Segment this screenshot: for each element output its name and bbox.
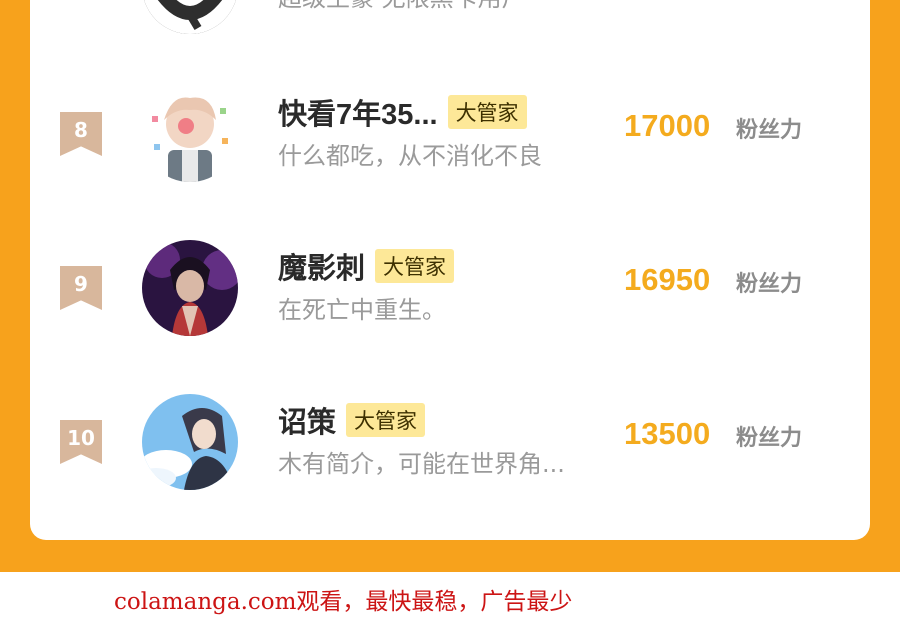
name-line: 快看7年35... 大管家: [278, 90, 527, 134]
fan-score: 17000: [624, 108, 711, 143]
user-bio: 在死亡中重生。: [278, 296, 446, 324]
rank-ribbon: 8: [60, 112, 102, 156]
list-item-partial[interactable]: 超级土豪 无限黑卡用户: [30, 0, 870, 40]
list-item[interactable]: 10 诏策 大管家 木有简介，可能在世界角... 13500 粉丝力: [30, 388, 870, 498]
avatar[interactable]: [142, 86, 238, 182]
avatar[interactable]: [142, 240, 238, 336]
user-bio: 超级土豪 无限黑卡用户: [278, 0, 526, 13]
rank-ribbon: 9: [60, 266, 102, 310]
fan-score-unit: 粉丝力: [736, 118, 803, 143]
fan-score: 16950: [624, 262, 711, 297]
rank-ribbon: 10: [60, 420, 102, 464]
name-line: 魔影刺 大管家: [278, 244, 455, 288]
user-bio: 木有简介，可能在世界角...: [278, 450, 565, 478]
role-badge: 大管家: [375, 249, 455, 283]
user-name[interactable]: 诏策: [278, 399, 336, 441]
fan-score: 13500: [624, 416, 711, 451]
avatar[interactable]: [142, 0, 238, 34]
user-name[interactable]: 快看7年35...: [278, 91, 438, 133]
user-name[interactable]: 魔影刺: [278, 245, 365, 287]
fan-score-unit: 粉丝力: [736, 272, 803, 297]
name-line: 诏策 大管家: [278, 398, 426, 442]
footer-banner: colamanga.com观看，最快最稳，广告最少: [0, 572, 900, 637]
list-item[interactable]: 8 快看7年35... 大管家 什么都吃，从不消化不良 17000 粉丝力: [30, 80, 870, 190]
leaderboard-card: 超级土豪 无限黑卡用户 8 快看7年35... 大管家 什么都吃，从不消化不良 …: [30, 0, 870, 540]
list-item[interactable]: 9 魔影刺 大管家 在死亡中重生。 16950 粉丝力: [30, 234, 870, 344]
avatar[interactable]: [142, 394, 238, 490]
user-bio: 什么都吃，从不消化不良: [278, 142, 542, 170]
role-badge: 大管家: [447, 95, 527, 129]
fan-score-unit: 粉丝力: [736, 426, 803, 451]
footer-text: colamanga.com观看，最快最稳，广告最少: [114, 589, 573, 615]
role-badge: 大管家: [346, 403, 426, 437]
